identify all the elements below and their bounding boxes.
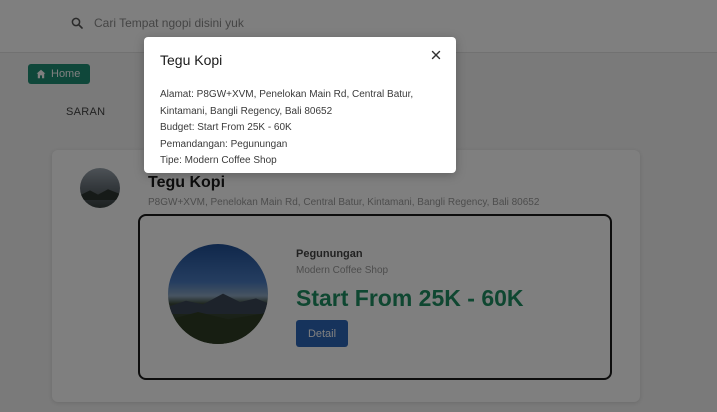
modal-type: Tipe: Modern Coffee Shop: [160, 155, 277, 166]
close-button[interactable]: [426, 45, 446, 65]
modal-address-line-2: Kintamani, Bangli Regency, Bali 80652: [160, 105, 333, 117]
modal-address-line-1: Alamat: P8GW+XVM, Penelokan Main Rd, Cen…: [160, 89, 414, 100]
modal-title: Tegu Kopi: [160, 52, 223, 68]
cafe-detail-modal: Tegu Kopi Alamat: P8GW+XVM, Penelokan Ma…: [144, 37, 456, 173]
close-icon: [431, 48, 441, 63]
modal-body: Alamat: P8GW+XVM, Penelokan Main Rd, Cen…: [160, 87, 448, 170]
modal-budget: Budget: Start From 25K - 60K: [160, 122, 292, 133]
modal-view: Pemandangan: Pegunungan: [160, 138, 288, 150]
